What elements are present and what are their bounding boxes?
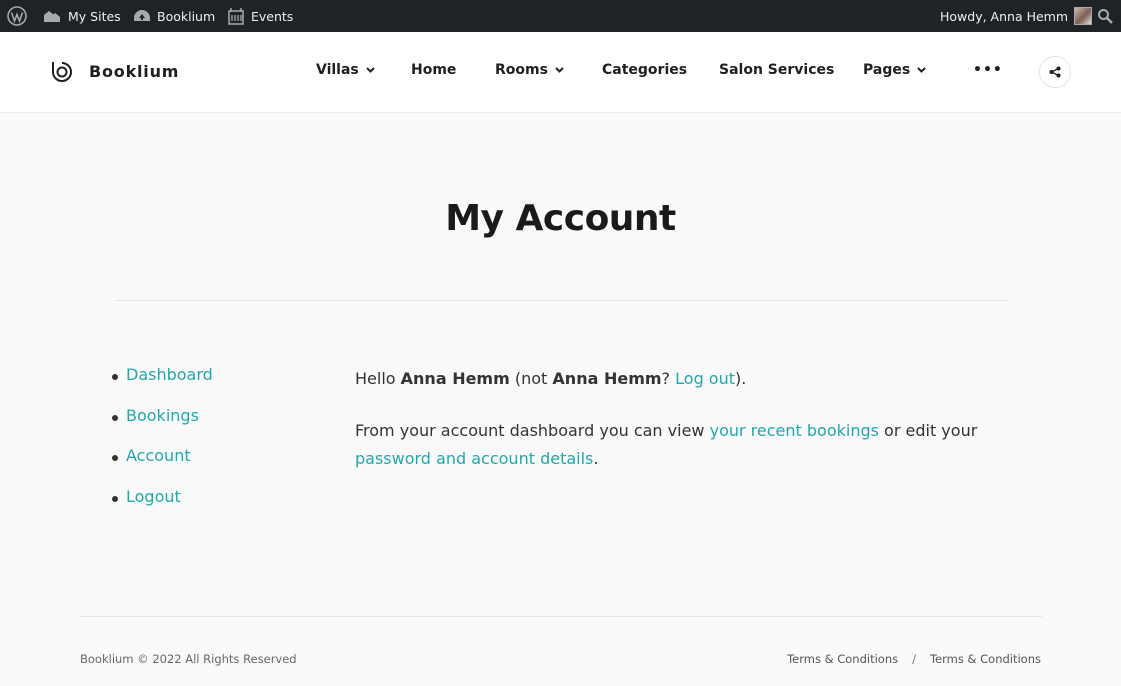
chevron-down-icon [917, 67, 926, 73]
share-button[interactable] [1039, 56, 1071, 88]
my-sites-icon [44, 11, 60, 22]
my-sites-label: My Sites [68, 8, 121, 24]
nav-categories[interactable]: Categories [602, 62, 687, 78]
bullet [112, 495, 118, 502]
nav-salon-services[interactable]: Salon Services [719, 62, 834, 78]
nav-villas-label: Villas [316, 62, 359, 78]
dashboard-text-2: or edit your [884, 421, 978, 440]
nav-pages[interactable]: Pages [863, 62, 926, 78]
calendar-icon [228, 8, 244, 25]
account-content: Hello Anna Hemm (not Anna Hemm? Log out)… [355, 365, 995, 497]
account-link[interactable]: Account [126, 446, 191, 465]
chevron-down-icon [555, 67, 564, 73]
greeting-not: (not [514, 369, 548, 388]
chevron-down-icon [366, 67, 375, 73]
nav-rooms[interactable]: Rooms [495, 62, 564, 78]
copyright-text: Booklium © 2022 All Rights Reserved [80, 652, 297, 666]
dashboard-icon [134, 10, 150, 21]
logout-link[interactable]: Logout [126, 487, 181, 506]
account-nav-item-bookings: Bookings [112, 406, 213, 447]
nav-villas[interactable]: Villas [316, 62, 375, 78]
greeting-hello: Hello [355, 369, 396, 388]
recent-bookings-link[interactable]: your recent bookings [710, 421, 879, 440]
my-sites-menu[interactable]: My Sites [42, 0, 121, 32]
greeting-paragraph: Hello Anna Hemm (not Anna Hemm? Log out)… [355, 365, 995, 393]
greeting-question: ? [661, 369, 671, 388]
footer-divider [80, 616, 1042, 617]
bullet [112, 455, 118, 461]
account-navigation: Dashboard Bookings Account Logout [112, 365, 213, 527]
terms-link-1[interactable]: Terms & Conditions [787, 652, 898, 666]
bullet [112, 414, 118, 421]
account-nav-item-logout: Logout [112, 487, 213, 528]
greeting-close: ). [735, 369, 747, 388]
user-name-repeat: Anna Hemm [552, 369, 662, 388]
site-name-menu[interactable]: Booklium [133, 0, 215, 32]
booklium-logo-icon [52, 62, 72, 82]
wordpress-logo-icon[interactable] [7, 0, 27, 32]
divider [115, 300, 1007, 301]
nav-rooms-label: Rooms [495, 62, 548, 78]
nav-categories-label: Categories [602, 62, 688, 78]
bullet [112, 374, 118, 380]
inline-logout-link[interactable]: Log out [675, 369, 735, 388]
footer-separator: / [912, 652, 916, 666]
dashboard-text-1: From your account dashboard you can view [355, 421, 705, 440]
dashboard-end: . [593, 449, 599, 468]
bookings-link[interactable]: Bookings [126, 406, 199, 425]
dashboard-paragraph: From your account dashboard you can view… [355, 417, 995, 473]
user-name: Anna Hemm [400, 369, 510, 388]
account-nav-item-dashboard: Dashboard [112, 365, 213, 406]
footer-links: Terms & Conditions / Terms & Conditions [787, 652, 1041, 666]
site-logo[interactable]: Booklium [49, 58, 179, 84]
site-name-label: Booklium [157, 8, 216, 24]
howdy-label: Howdy, Anna Hemm [940, 8, 1069, 24]
nav-more-button[interactable]: ••• [973, 62, 1003, 78]
share-icon [1049, 66, 1061, 78]
nav-pages-label: Pages [863, 62, 911, 78]
terms-link-2[interactable]: Terms & Conditions [930, 652, 1041, 666]
dashboard-link[interactable]: Dashboard [126, 365, 213, 384]
site-header: Booklium Villas Home Rooms Categories Sa… [0, 32, 1121, 113]
events-label: Events [251, 8, 294, 24]
adminbar-search-icon[interactable] [1097, 0, 1113, 32]
logo-text: Booklium [89, 61, 180, 81]
page-title: My Account [445, 198, 676, 239]
nav-home[interactable]: Home [411, 62, 456, 78]
nav-home-label: Home [411, 62, 457, 78]
account-details-link[interactable]: password and account details [355, 449, 593, 468]
events-menu[interactable]: Events [227, 0, 293, 32]
nav-salon-services-label: Salon Services [719, 62, 835, 78]
admin-bar: My Sites Booklium Events Howdy, Anna Hem… [0, 0, 1121, 32]
avatar [1074, 7, 1093, 25]
my-account-menu[interactable]: Howdy, Anna Hemm [940, 0, 1093, 32]
account-nav-item-account: Account [112, 446, 213, 487]
